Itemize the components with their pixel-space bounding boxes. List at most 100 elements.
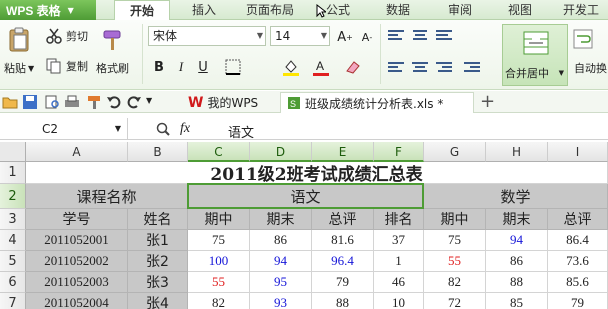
table-cell[interactable]: 88 xyxy=(312,293,374,309)
table-cell[interactable]: 55 xyxy=(188,272,250,293)
table-cell[interactable]: 10 xyxy=(374,293,424,309)
column-header[interactable]: G xyxy=(424,142,486,162)
table-cell[interactable]: 55 xyxy=(424,251,486,272)
paste-icon[interactable] xyxy=(6,26,36,54)
font-size-select[interactable]: 14 ▼ xyxy=(270,26,330,46)
decrease-font-icon[interactable]: A- xyxy=(358,28,376,46)
font-name-select[interactable]: 宋体 ▼ xyxy=(148,26,266,46)
italic-icon[interactable]: I xyxy=(172,58,190,76)
align-top-icon[interactable] xyxy=(388,30,404,44)
auto-wrap-button[interactable]: 自动换 xyxy=(574,60,607,76)
table-cell[interactable]: 82 xyxy=(424,272,486,293)
table-cell[interactable]: 2011052001 xyxy=(26,230,128,251)
table-cell[interactable]: 86 xyxy=(486,251,548,272)
clear-format-icon[interactable] xyxy=(344,58,362,76)
undo-icon[interactable] xyxy=(106,94,122,110)
wrap-text-icon[interactable] xyxy=(572,28,594,50)
redo-icon[interactable] xyxy=(126,94,142,110)
tab-review[interactable]: 审阅 xyxy=(432,0,488,20)
row-header[interactable]: 6 xyxy=(0,272,26,293)
format-painter-button[interactable]: 格式刷 xyxy=(96,60,129,76)
table-cell[interactable]: 46 xyxy=(374,272,424,293)
paste-button[interactable]: 粘贴 ▼ xyxy=(4,60,34,76)
course-name-header[interactable]: 课程名称 xyxy=(26,184,188,209)
indent-icon[interactable] xyxy=(464,62,480,76)
math-header[interactable]: 数学 xyxy=(424,184,608,209)
table-cell[interactable]: 张1 xyxy=(128,230,188,251)
open-folder-icon[interactable] xyxy=(2,94,18,110)
table-cell[interactable]: 张3 xyxy=(128,272,188,293)
column-header[interactable]: C xyxy=(188,142,250,162)
column-subheader[interactable]: 期末 xyxy=(250,209,312,230)
table-cell[interactable]: 94 xyxy=(250,251,312,272)
table-cell[interactable]: 93 xyxy=(250,293,312,309)
row-header[interactable]: 7 xyxy=(0,293,26,309)
column-subheader[interactable]: 总评 xyxy=(312,209,374,230)
border-icon[interactable] xyxy=(224,58,242,76)
print-preview-icon[interactable] xyxy=(44,94,60,110)
add-tab-button[interactable]: + xyxy=(480,91,495,112)
tab-my-wps[interactable]: W 我的WPS xyxy=(182,92,264,113)
column-subheader[interactable]: 姓名 xyxy=(128,209,188,230)
table-cell[interactable]: 37 xyxy=(374,230,424,251)
table-cell[interactable]: 82 xyxy=(188,293,250,309)
table-cell[interactable]: 75 xyxy=(424,230,486,251)
underline-icon[interactable]: U xyxy=(194,58,212,76)
tab-page-layout[interactable]: 页面布局 xyxy=(232,0,308,20)
save-icon[interactable] xyxy=(22,94,38,110)
column-subheader[interactable]: 期中 xyxy=(188,209,250,230)
table-cell[interactable]: 79 xyxy=(312,272,374,293)
table-cell[interactable]: 100 xyxy=(188,251,250,272)
table-cell[interactable]: 96.4 xyxy=(312,251,374,272)
table-cell[interactable]: 1 xyxy=(374,251,424,272)
font-color-icon[interactable]: A xyxy=(312,58,330,76)
zoom-icon[interactable] xyxy=(156,122,170,136)
app-menu-button[interactable]: WPS 表格 ▼ xyxy=(0,0,96,20)
column-subheader[interactable]: 期末 xyxy=(486,209,548,230)
tab-insert[interactable]: 插入 xyxy=(178,0,230,20)
format-painter-icon[interactable] xyxy=(100,26,130,54)
table-cell[interactable]: 张4 xyxy=(128,293,188,309)
column-subheader[interactable]: 学号 xyxy=(26,209,128,230)
align-bottom-icon[interactable] xyxy=(436,30,452,44)
column-header[interactable]: I xyxy=(548,142,608,162)
merge-center-button[interactable]: 合并居中 ▼ xyxy=(502,24,568,86)
table-cell[interactable]: 2011052004 xyxy=(26,293,128,309)
row-header[interactable]: 5 xyxy=(0,251,26,272)
row-header[interactable]: 1 xyxy=(0,162,26,184)
align-middle-icon[interactable] xyxy=(412,30,428,44)
table-cell[interactable]: 2011052003 xyxy=(26,272,128,293)
tab-data[interactable]: 数据 xyxy=(370,0,426,20)
format-paint-icon[interactable] xyxy=(86,94,102,110)
chinese-header[interactable]: 语文 xyxy=(188,184,424,209)
table-cell[interactable]: 75 xyxy=(188,230,250,251)
table-cell[interactable]: 94 xyxy=(486,230,548,251)
table-cell[interactable]: 88 xyxy=(486,272,548,293)
column-header[interactable]: F xyxy=(374,142,424,162)
table-cell[interactable]: 86.4 xyxy=(548,230,608,251)
column-header[interactable]: E xyxy=(312,142,374,162)
bold-icon[interactable]: B xyxy=(150,58,168,76)
cut-button[interactable]: 剪切 xyxy=(46,28,88,44)
tab-document[interactable]: S 班级成绩统计分析表.xls * xyxy=(280,92,474,113)
row-header[interactable]: 2 xyxy=(0,184,26,209)
formula-input[interactable]: 语文 xyxy=(228,122,254,141)
fill-color-icon[interactable] xyxy=(282,58,300,76)
table-cell[interactable]: 79 xyxy=(548,293,608,309)
column-header[interactable]: A xyxy=(26,142,128,162)
increase-font-icon[interactable]: A + xyxy=(336,28,354,46)
table-cell[interactable]: 86 xyxy=(250,230,312,251)
row-header[interactable]: 3 xyxy=(0,209,26,230)
tab-view[interactable]: 视图 xyxy=(492,0,548,20)
column-subheader[interactable]: 期中 xyxy=(424,209,486,230)
column-subheader[interactable]: 排名 xyxy=(374,209,424,230)
print-icon[interactable] xyxy=(64,94,80,110)
table-cell[interactable]: 95 xyxy=(250,272,312,293)
copy-button[interactable]: 复制 xyxy=(46,58,88,74)
tab-developer[interactable]: 开发工 xyxy=(554,0,608,20)
column-header[interactable]: D xyxy=(250,142,312,162)
align-center-icon[interactable] xyxy=(412,62,428,76)
table-cell[interactable]: 73.6 xyxy=(548,251,608,272)
select-all-corner[interactable] xyxy=(0,142,26,162)
tab-home[interactable]: 开始 xyxy=(114,0,170,21)
